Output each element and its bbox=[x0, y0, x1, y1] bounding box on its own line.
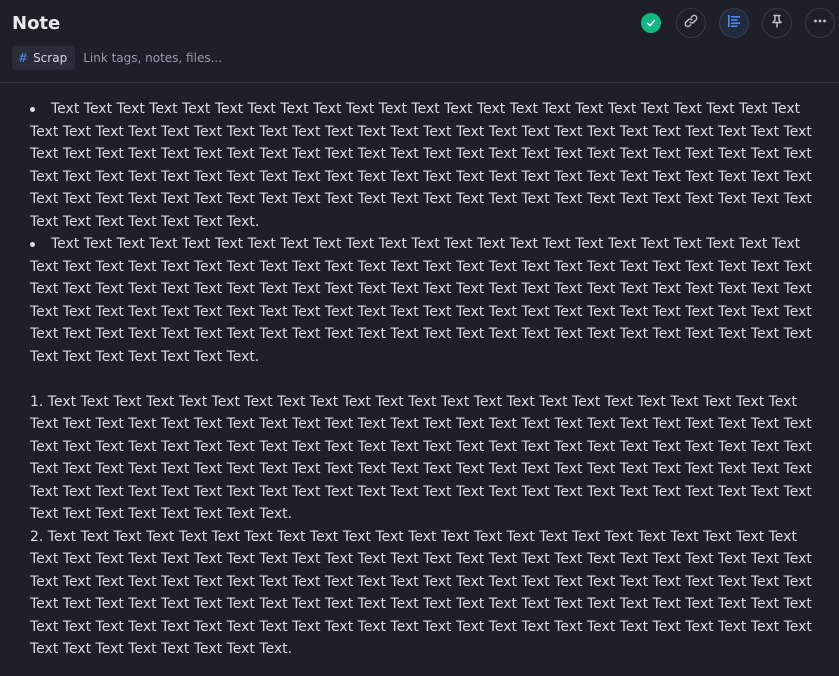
note-header: Note # Scrap Link tags, notes, files... bbox=[0, 0, 839, 83]
page-title: Note bbox=[12, 13, 61, 34]
hash-icon: # bbox=[18, 51, 29, 65]
align-left-button[interactable] bbox=[719, 8, 749, 38]
bullet-icon bbox=[30, 242, 35, 247]
pin-icon bbox=[769, 13, 785, 33]
tag-chip-scrap[interactable]: # Scrap bbox=[12, 46, 76, 70]
list-item: Text Text Text Text Text Text Text Text … bbox=[30, 98, 825, 233]
numbered-item: 2. Text Text Text Text Text Text Text Te… bbox=[30, 528, 812, 658]
bullet-text: Text Text Text Text Text Text Text Text … bbox=[30, 101, 812, 230]
more-button[interactable] bbox=[805, 8, 835, 38]
link-button[interactable] bbox=[676, 8, 706, 38]
bullet-icon bbox=[30, 107, 35, 112]
note-body[interactable]: Text Text Text Text Text Text Text Text … bbox=[30, 98, 825, 661]
link-icon bbox=[683, 13, 699, 33]
link-tags-input[interactable] bbox=[83, 51, 304, 65]
align-left-icon bbox=[726, 13, 742, 33]
more-horizontal-icon bbox=[812, 13, 828, 33]
pin-button[interactable] bbox=[762, 8, 792, 38]
check-circle-icon bbox=[641, 13, 661, 33]
toolbar bbox=[641, 8, 835, 38]
bullet-text: Text Text Text Text Text Text Text Text … bbox=[30, 236, 812, 365]
list-item: Text Text Text Text Text Text Text Text … bbox=[30, 233, 825, 368]
tag-chip-label: Scrap bbox=[33, 51, 68, 65]
numbered-item: 1. Text Text Text Text Text Text Text Te… bbox=[30, 393, 812, 523]
tags-row: # Scrap bbox=[12, 46, 304, 70]
